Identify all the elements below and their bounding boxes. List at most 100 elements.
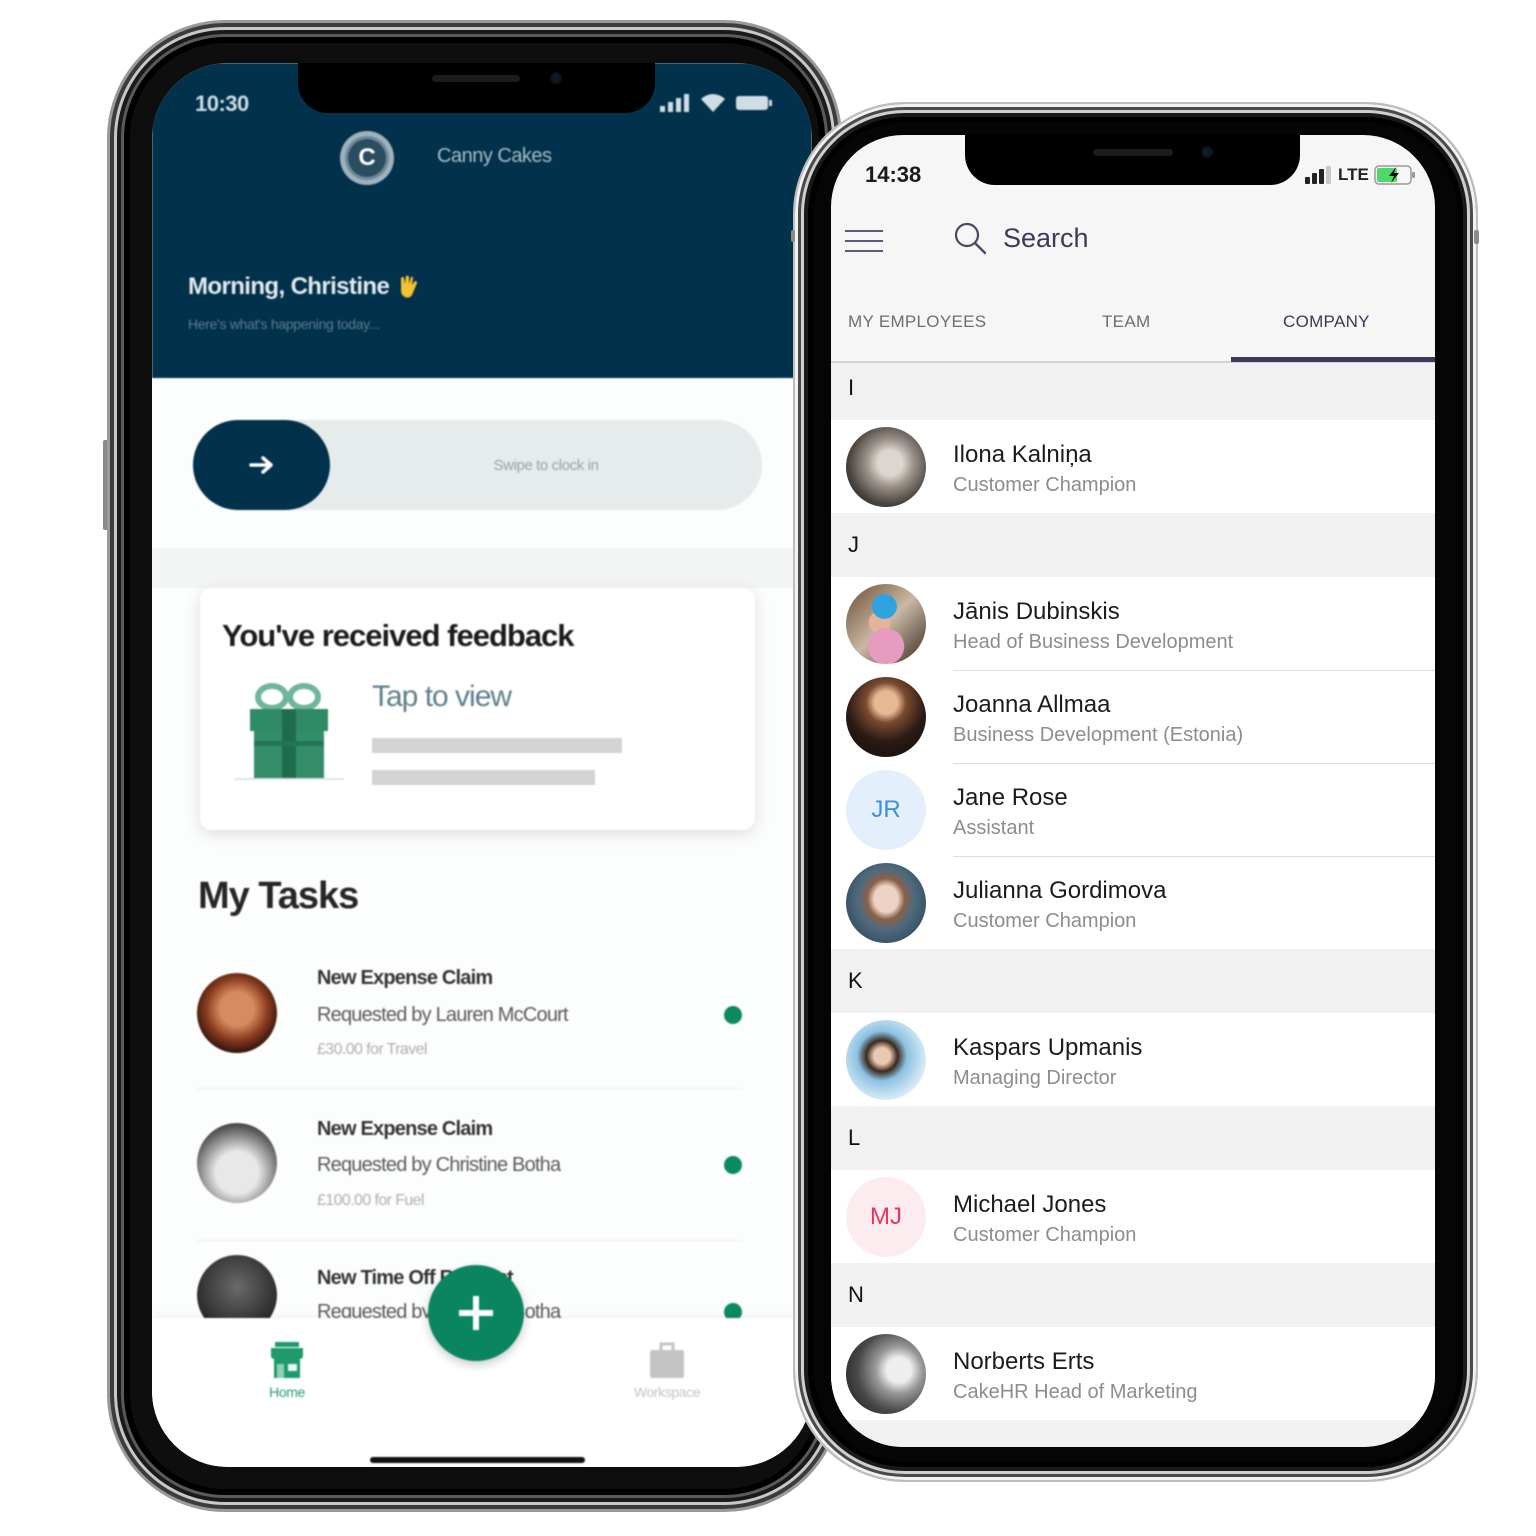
employee-role: Customer Champion	[953, 910, 1137, 932]
employee-role: Assistant	[953, 817, 1035, 839]
add-button[interactable]	[428, 1265, 524, 1361]
employee-role: Head of Business Development	[953, 631, 1234, 653]
unread-dot	[724, 1006, 742, 1024]
section-divider	[152, 548, 812, 588]
speaker	[432, 75, 520, 82]
avatar	[846, 584, 926, 664]
task-detail: £100.00 for Fuel	[317, 1192, 425, 1209]
side-button	[1474, 230, 1479, 244]
tab-team[interactable]: TEAM	[1102, 312, 1150, 332]
clock-in-label: Swipe to clock in	[493, 456, 599, 474]
logo-letter: C	[348, 139, 386, 177]
section-header: J	[831, 513, 1435, 577]
plus-icon	[459, 1296, 493, 1330]
employee-row[interactable]: JR Jane Rose Assistant	[831, 763, 1435, 856]
notch	[965, 135, 1300, 185]
nav-home-label: Home	[269, 1384, 305, 1400]
employee-row[interactable]: Ilona Kalniņa Customer Champion	[831, 420, 1435, 513]
battery-icon	[736, 96, 772, 110]
task-title: New Expense Claim	[317, 1118, 493, 1140]
employee-row[interactable]: Jānis Dubinskis Head of Business Develop…	[831, 577, 1435, 670]
briefcase-icon	[650, 1342, 684, 1378]
battery-charging-icon	[1374, 165, 1415, 185]
clock-in-handle[interactable]	[193, 420, 330, 510]
employee-name: Kaspars Upmanis	[953, 1034, 1143, 1061]
divider	[197, 1088, 742, 1089]
employee-row[interactable]: MJ Michael Jones Customer Champion	[831, 1170, 1435, 1263]
status-icons	[660, 93, 772, 113]
wifi-icon	[701, 94, 725, 112]
task-detail: £30.00 for Travel	[317, 1041, 427, 1058]
feedback-card[interactable]: You've received feedback Tap to view	[200, 588, 755, 830]
home-indicator	[370, 1457, 585, 1463]
search-icon	[954, 222, 987, 255]
employee-row[interactable]: Joanna Allmaa Business Development (Esto…	[831, 670, 1435, 763]
gift-icon	[234, 683, 344, 780]
network-type: LTE	[1338, 165, 1369, 184]
section-letter: I	[848, 375, 855, 400]
section-header: I	[831, 363, 1435, 420]
greeting: Morning, Christine	[188, 273, 419, 301]
company-logo: C	[340, 131, 394, 185]
hamburger-icon	[845, 230, 883, 232]
avatar	[197, 1123, 277, 1203]
task-title: New Expense Claim	[317, 967, 493, 989]
employee-list[interactable]: I Ilona Kalniņa Customer Champion J Jāni…	[831, 363, 1435, 1447]
status-icons: LTE	[1305, 165, 1416, 185]
search-placeholder: Search	[1003, 222, 1089, 253]
greeting-subtitle: Here's what's happening today...	[188, 316, 380, 332]
employee-name: Joanna Allmaa	[953, 691, 1111, 718]
front-camera	[1201, 146, 1213, 158]
store-icon	[271, 1342, 303, 1378]
divider	[197, 1240, 742, 1241]
section-letter: K	[848, 968, 863, 993]
clock-in-slider[interactable]: Swipe to clock in	[193, 420, 762, 510]
waving-hand-icon	[401, 275, 418, 298]
section-header: N	[831, 1263, 1435, 1327]
employee-row[interactable]: Kaspars Upmanis Managing Director	[831, 1013, 1435, 1106]
section-letter: J	[848, 532, 859, 557]
section-header: K	[831, 949, 1435, 1013]
avatar	[846, 677, 926, 757]
employee-name: Norberts Erts	[953, 1348, 1095, 1375]
signal-icon	[660, 94, 689, 112]
tab-my-employees[interactable]: MY EMPLOYEES	[848, 312, 986, 332]
nav-workspace[interactable]: Workspace	[607, 1340, 727, 1400]
speaker	[1093, 149, 1173, 156]
employee-name: Ilona Kalniņa	[953, 441, 1092, 468]
section-letter: N	[848, 1282, 864, 1307]
menu-button[interactable]	[845, 230, 883, 254]
employee-role: Business Development (Estonia)	[953, 724, 1244, 746]
employee-role: Customer Champion	[953, 474, 1137, 496]
left-phone-screen: 10:30 C Canny Cakes Morning, Christine H…	[152, 63, 812, 1467]
task-requester: Requested by Lauren McCourt	[317, 1004, 569, 1026]
section-letter: L	[848, 1125, 861, 1150]
placeholder-line	[372, 738, 622, 753]
nav-home[interactable]: Home	[237, 1340, 337, 1400]
feedback-title: You've received feedback	[222, 618, 575, 653]
tap-to-view-link[interactable]: Tap to view	[372, 680, 512, 714]
employee-row[interactable]: Julianna Gordimova Customer Champion	[831, 856, 1435, 949]
employee-name: Michael Jones	[953, 1191, 1107, 1218]
unread-dot	[724, 1156, 742, 1174]
avatar	[846, 1020, 926, 1100]
employee-name: Julianna Gordimova	[953, 877, 1167, 904]
my-tasks-title: My Tasks	[198, 875, 359, 917]
tab-company[interactable]: COMPANY	[1283, 312, 1370, 332]
notch	[298, 63, 655, 113]
task-requester: Requested by Christine Botha	[317, 1154, 561, 1176]
avatar	[846, 863, 926, 943]
status-time: 14:38	[865, 162, 922, 187]
employee-role: Customer Champion	[953, 1224, 1137, 1246]
avatar	[197, 973, 277, 1053]
arrow-right-icon	[248, 456, 273, 474]
greeting-text: Morning, Christine	[188, 273, 390, 300]
search-input[interactable]: Search	[953, 221, 1089, 255]
employee-row[interactable]: Norberts Erts CakeHR Head of Marketing	[831, 1327, 1435, 1420]
avatar	[846, 1334, 926, 1414]
front-camera	[550, 72, 562, 84]
initials-avatar: MJ	[846, 1177, 926, 1257]
status-time: 10:30	[195, 91, 249, 116]
right-phone-screen: 14:38 LTE Search MY EMPLOYEES TEAM COMPA…	[831, 135, 1435, 1447]
active-tab-indicator	[1231, 357, 1435, 362]
